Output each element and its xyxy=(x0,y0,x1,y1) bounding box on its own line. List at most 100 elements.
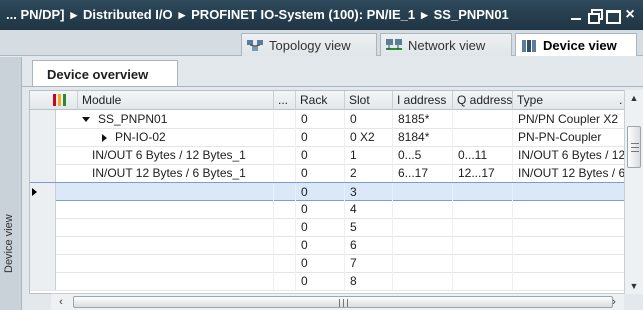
cell-i-address[interactable]: 6...17 xyxy=(393,164,453,182)
cell-more[interactable] xyxy=(274,218,296,236)
tab-topology-view[interactable]: Topology view xyxy=(241,33,377,56)
cell-slot[interactable]: 8 xyxy=(345,272,393,290)
table-row[interactable]: IN/OUT 6 Bytes / 12 Bytes_1 0 1 0...5 0...11… xyxy=(30,146,626,165)
cell-type[interactable] xyxy=(513,254,626,272)
row-gutter[interactable] xyxy=(30,164,56,182)
cell-module[interactable] xyxy=(78,236,274,254)
cell-rack[interactable]: 0 xyxy=(296,200,345,218)
cell-rack[interactable]: 0 xyxy=(296,146,345,164)
cell-rack[interactable]: 0 xyxy=(296,110,345,128)
cell-type[interactable]: IN/OUT 6 Bytes / 12... xyxy=(513,146,626,164)
cell-i-address[interactable] xyxy=(393,183,453,201)
breadcrumb-item[interactable]: Distributed I/O xyxy=(83,7,173,23)
table-row[interactable]: 07 xyxy=(30,254,626,273)
tab-device-view[interactable]: Device view xyxy=(515,33,637,57)
cell-i-address[interactable] xyxy=(393,254,453,272)
cell-rack[interactable]: 0 xyxy=(296,128,345,146)
cell-slot[interactable]: 7 xyxy=(345,254,393,272)
column-header-more[interactable]: ... xyxy=(274,91,296,110)
cell-slot[interactable]: 5 xyxy=(345,218,393,236)
cell-q-address[interactable] xyxy=(453,236,513,254)
row-gutter[interactable] xyxy=(30,128,56,146)
cell-slot[interactable]: 4 xyxy=(345,200,393,218)
cell-i-address[interactable]: 8184* xyxy=(393,128,453,146)
cell-rack[interactable]: 0 xyxy=(296,218,345,236)
cell-i-address[interactable] xyxy=(393,236,453,254)
maximize-icon[interactable] xyxy=(605,9,621,24)
table-row[interactable]: SS_PNPN01 0 0 8185* PN/PN Coupler X2 xyxy=(30,110,626,129)
cell-module[interactable] xyxy=(78,254,274,272)
cell-more[interactable] xyxy=(274,272,296,290)
cell-more[interactable] xyxy=(274,164,296,182)
horizontal-scrollbar[interactable]: ‹ › xyxy=(51,293,624,310)
close-icon[interactable]: × xyxy=(623,7,637,23)
cell-q-address[interactable] xyxy=(453,272,513,290)
cell-module[interactable] xyxy=(78,183,274,201)
row-gutter[interactable] xyxy=(30,183,56,201)
cell-i-address[interactable]: 8185* xyxy=(393,110,453,128)
cell-type[interactable] xyxy=(513,218,626,236)
cell-module[interactable] xyxy=(78,218,274,236)
tab-device-overview[interactable]: Device overview xyxy=(32,60,178,87)
column-header-i-address[interactable]: I address xyxy=(393,91,453,110)
cell-module[interactable]: PN-IO-02 xyxy=(78,128,274,146)
minimize-icon[interactable] xyxy=(569,9,583,21)
horizontal-scroll-thumb[interactable] xyxy=(73,296,613,308)
cell-i-address[interactable] xyxy=(393,218,453,236)
table-row[interactable]: PN-IO-02 0 0 X2 8184* PN-PN-Coupler xyxy=(30,128,626,147)
cell-more[interactable] xyxy=(274,128,296,146)
cell-type[interactable]: PN-PN-Coupler xyxy=(513,128,626,146)
cell-type[interactable] xyxy=(513,272,626,290)
breadcrumb-item[interactable]: PROFINET IO-System (100): PN/IE_1 xyxy=(191,7,415,23)
cell-q-address[interactable] xyxy=(453,128,513,146)
cell-type[interactable]: PN/PN Coupler X2 xyxy=(513,110,626,128)
cell-type[interactable] xyxy=(513,183,626,201)
cell-q-address[interactable]: 12...17 xyxy=(453,164,513,182)
cell-more[interactable] xyxy=(274,110,296,128)
cell-i-address[interactable] xyxy=(393,200,453,218)
cell-more[interactable] xyxy=(274,254,296,272)
filter-icon[interactable] xyxy=(30,91,78,110)
cell-rack[interactable]: 0 xyxy=(296,272,345,290)
cell-module[interactable] xyxy=(78,272,274,290)
cell-slot[interactable]: 1 xyxy=(345,146,393,164)
device-view-side-strip[interactable]: Device view xyxy=(0,57,22,310)
table-row[interactable]: 08 xyxy=(30,272,626,291)
scroll-down-icon[interactable]: ▼ xyxy=(625,278,643,294)
cell-q-address[interactable] xyxy=(453,218,513,236)
cell-i-address[interactable] xyxy=(393,272,453,290)
vertical-scrollbar[interactable]: ▲ ▼ xyxy=(624,90,643,294)
cell-rack[interactable]: 0 xyxy=(296,183,345,201)
cell-slot[interactable]: 0 xyxy=(345,110,393,128)
row-gutter[interactable] xyxy=(30,272,56,290)
cell-more[interactable] xyxy=(274,183,296,201)
cell-more[interactable] xyxy=(274,146,296,164)
column-header-type[interactable]: Type xyxy=(513,91,626,110)
row-gutter[interactable] xyxy=(30,110,56,128)
cell-type[interactable] xyxy=(513,200,626,218)
table-row[interactable]: IN/OUT 12 Bytes / 6 Bytes_1 0 2 6...17 12...… xyxy=(30,164,626,183)
row-gutter[interactable] xyxy=(30,236,56,254)
cell-slot[interactable]: 0 X2 xyxy=(345,128,393,146)
cell-type[interactable]: IN/OUT 12 Bytes / 6... xyxy=(513,164,626,182)
cell-slot[interactable]: 2 xyxy=(345,164,393,182)
cell-type[interactable] xyxy=(513,236,626,254)
column-header-rack[interactable]: Rack xyxy=(296,91,345,110)
row-gutter[interactable] xyxy=(30,146,56,164)
table-row[interactable]: 06 xyxy=(30,236,626,255)
table-row[interactable]: 04 xyxy=(30,200,626,219)
cell-q-address[interactable] xyxy=(453,110,513,128)
cell-module[interactable] xyxy=(78,200,274,218)
cell-slot[interactable]: 6 xyxy=(345,236,393,254)
restore-icon[interactable] xyxy=(587,9,603,24)
row-gutter[interactable] xyxy=(30,200,56,218)
column-header-q-address[interactable]: Q address xyxy=(453,91,513,110)
cell-q-address[interactable] xyxy=(453,183,513,201)
cell-i-address[interactable]: 0...5 xyxy=(393,146,453,164)
breadcrumb-item[interactable]: ... PN/DP] xyxy=(6,7,65,23)
cell-module[interactable]: SS_PNPN01 xyxy=(78,110,274,128)
column-header-slot[interactable]: Slot xyxy=(345,91,393,110)
cell-rack[interactable]: 0 xyxy=(296,164,345,182)
row-gutter[interactable] xyxy=(30,254,56,272)
cell-module[interactable]: IN/OUT 12 Bytes / 6 Bytes_1 xyxy=(78,164,274,182)
